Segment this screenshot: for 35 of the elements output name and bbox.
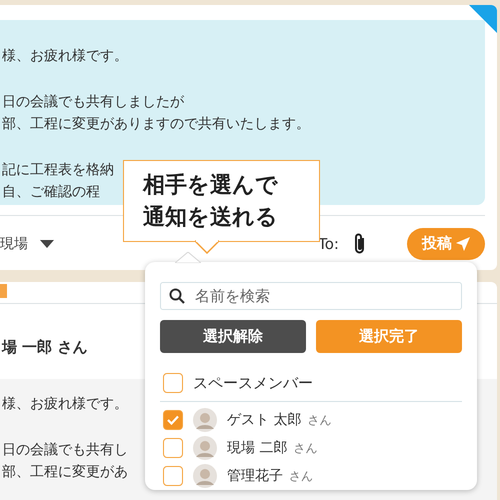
honorific: さん	[293, 440, 318, 456]
clear-button[interactable]: 選択解除	[160, 320, 306, 354]
member-name: 現場 二郎	[227, 439, 288, 457]
corner-flag-icon	[469, 5, 497, 33]
space-selector[interactable]: 現場	[0, 234, 28, 252]
avatar	[193, 436, 217, 460]
checkbox[interactable]	[163, 466, 183, 486]
dropdown-caret-icon[interactable]	[40, 238, 54, 248]
callout-text: 通知を送れる	[143, 204, 279, 232]
paperclip-icon[interactable]	[353, 232, 367, 256]
checkbox[interactable]	[163, 438, 183, 458]
member-name: ゲスト 太郎	[227, 411, 302, 429]
avatar	[193, 464, 217, 488]
honorific: さん	[307, 412, 332, 428]
search-icon	[169, 288, 185, 304]
callout-text: 相手を選んで	[143, 172, 279, 200]
message-text: 日の会議でも共有し	[2, 440, 128, 460]
author-name: 場 一郎 さん	[2, 338, 88, 357]
message-text: 記に工程表を格納	[2, 160, 114, 180]
message-text: 部、工程に変更があ	[2, 463, 128, 482]
message-text: 部、工程に変更がありますので共有いたします。	[2, 115, 310, 134]
message-text: 自、ご確認の程	[2, 183, 100, 202]
checkbox[interactable]	[163, 410, 183, 430]
member-group-label: スペースメンバー	[193, 374, 313, 393]
search-field[interactable]: 名前を検索	[160, 282, 462, 310]
send-icon	[456, 236, 470, 250]
check-icon	[167, 415, 179, 425]
to-label: To:	[318, 234, 339, 252]
message-text: 様、お疲れ様です。	[2, 395, 128, 414]
message-text: 日の会議でも共有しましたが	[2, 92, 184, 112]
message-text: 様、お疲れ様です。	[2, 47, 128, 66]
checkbox[interactable]	[163, 373, 183, 394]
honorific: さん	[289, 468, 313, 484]
member-name: 管理花子	[227, 467, 283, 485]
avatar	[193, 408, 217, 432]
